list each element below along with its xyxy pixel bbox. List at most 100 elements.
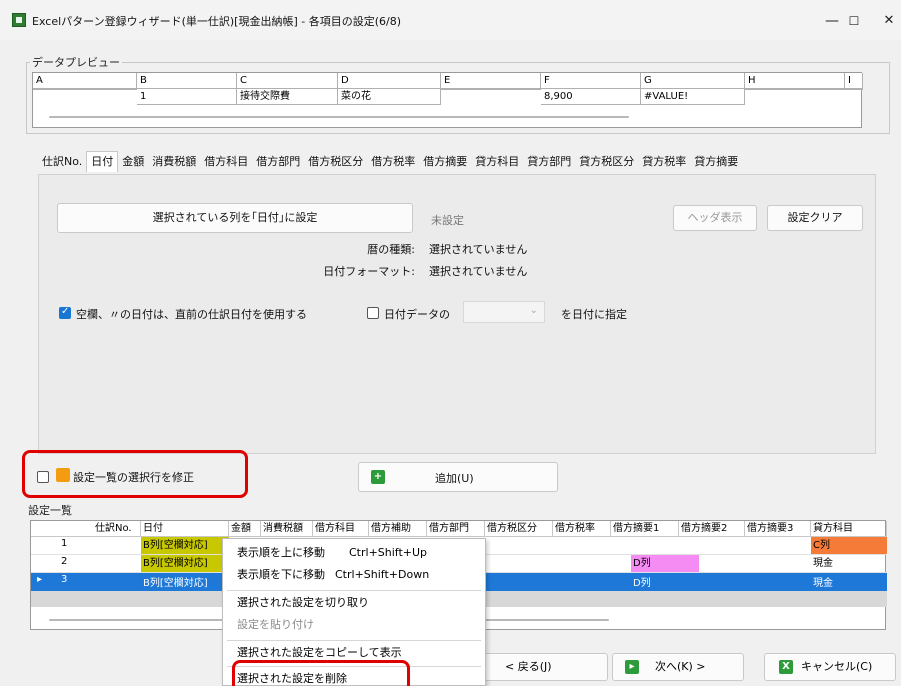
add-button[interactable]: + 追加(U) — [358, 462, 558, 492]
tab-debit-account[interactable]: 借方科目 — [200, 151, 252, 173]
date-tab-panel: 選択されている列を｢日付｣に設定 未設定 ヘッダ表示 設定クリア 暦の種類: 選… — [38, 174, 876, 454]
use-previous-date-checkbox[interactable] — [59, 306, 71, 319]
unset-status: 未設定 — [431, 214, 464, 227]
back-button[interactable]: < 戻る(J) — [484, 653, 608, 681]
preview-cell: 1 — [137, 89, 237, 105]
preview-horizontal-scrollbar[interactable] — [49, 116, 629, 118]
menu-item-paste[interactable]: 設定を貼り付け — [223, 614, 485, 636]
tab-date[interactable]: 日付 — [86, 151, 119, 172]
tab-debit-tax-class[interactable]: 借方税区分 — [304, 151, 367, 173]
credit-account-cell: C列 — [811, 537, 887, 554]
tab-credit-account[interactable]: 貸方科目 — [471, 151, 523, 173]
preview-col-d: D — [338, 73, 441, 89]
preview-col-c: C — [237, 73, 338, 89]
title-bar: Excelパターン登録ウィザード(単一仕訳)[現金出納帳] - 各項目の設定(6… — [0, 0, 901, 40]
menu-item-shortcut: Ctrl+Shift+Up — [349, 546, 428, 559]
preview-col-b: B — [137, 73, 237, 89]
arrow-right-icon: ▸ — [625, 660, 639, 674]
preview-cell: 接待交際費 — [237, 89, 338, 105]
menu-item-move-down[interactable]: 表示順を下に移動 Ctrl+Shift+Down — [223, 564, 485, 586]
header-display-button[interactable]: ヘッダ表示 — [673, 205, 757, 231]
add-button-label: 追加(U) — [435, 472, 474, 485]
date-data-label: 日付データの — [384, 308, 450, 321]
menu-item-label: 表示順を下に移動 — [237, 568, 325, 581]
preview-cell — [845, 89, 863, 90]
preview-col-e: E — [441, 73, 541, 89]
preview-col-g: G — [641, 73, 745, 89]
date-cell: B列[空欄対応] — [141, 537, 229, 554]
preview-col-a: A — [33, 73, 137, 89]
excel-x-icon: X — [779, 660, 793, 674]
field-tabs: 仕訳No. 日付 金額 消費税額 借方科目 借方部門 借方税区分 借方税率 借方摘要 貸方科目 貸方… — [38, 151, 742, 173]
close-button[interactable]: ✕ — [877, 10, 901, 32]
modify-selected-row-checkbox[interactable] — [37, 471, 49, 483]
settings-col-header: 借方摘要3 — [745, 521, 811, 537]
tab-credit-summary[interactable]: 貸方摘要 — [690, 151, 742, 173]
calendar-type-key: 暦の種類: — [367, 243, 415, 256]
preview-col-f: F — [541, 73, 641, 89]
cancel-button[interactable]: X キャンセル(C) — [764, 653, 896, 681]
debit-summary1-cell: D列 — [633, 578, 651, 589]
tab-debit-summary[interactable]: 借方摘要 — [419, 151, 471, 173]
date-data-checkbox[interactable] — [367, 307, 379, 319]
excel-app-icon — [12, 13, 26, 27]
date-cell: B列[空欄対応] — [143, 578, 208, 589]
settings-col-header: 借方部門 — [427, 521, 485, 537]
settings-col-header: 消費税額 — [261, 521, 313, 537]
row-number: 2 — [61, 556, 68, 567]
chevron-down-icon: ⌄ — [529, 305, 538, 316]
row-number: 3 — [61, 574, 68, 585]
use-previous-date-label: 空欄、〃の日付は、直前の仕訳日付を使用する — [76, 308, 307, 321]
tab-debit-tax-rate[interactable]: 借方税率 — [367, 151, 419, 173]
next-button-label: 次へ(K) > — [655, 660, 706, 673]
debit-summary1-cell: D列 — [631, 555, 699, 572]
settings-col-header: 借方税区分 — [485, 521, 553, 537]
set-selected-column-as-date-button[interactable]: 選択されている列を｢日付｣に設定 — [57, 203, 413, 233]
preview-cell — [33, 89, 137, 90]
cancel-button-label: キャンセル(C) — [801, 660, 873, 673]
row-number: 1 — [61, 538, 68, 549]
preview-cell — [441, 89, 541, 90]
data-preview-grid[interactable]: A B C D E F G H I 1 接待交際費 菜の花 8,900 #VAL… — [32, 72, 863, 128]
row-marker-icon: ▸ — [37, 574, 43, 585]
menu-item-move-up[interactable]: 表示順を上に移動 Ctrl+Shift+Up — [223, 542, 485, 564]
tab-tax-amount[interactable]: 消費税額 — [148, 151, 200, 173]
menu-item-cut[interactable]: 選択された設定を切り取り — [223, 592, 485, 614]
tab-debit-department[interactable]: 借方部門 — [252, 151, 304, 173]
menu-item-shortcut: Ctrl+Shift+Down — [335, 568, 430, 581]
credit-account-cell: 現金 — [813, 558, 833, 569]
maximize-button[interactable]: ☐ — [842, 10, 866, 32]
modify-selected-row-label: 設定一覧の選択行を修正 — [73, 471, 194, 484]
preview-col-h: H — [745, 73, 845, 89]
settings-col-header: 借方科目 — [313, 521, 369, 537]
tab-amount[interactable]: 金額 — [118, 151, 148, 173]
tab-journal-no[interactable]: 仕訳No. — [38, 151, 86, 173]
data-preview-label: データプレビュー — [30, 54, 122, 70]
add-icon: + — [371, 470, 385, 484]
tab-credit-tax-class[interactable]: 貸方税区分 — [575, 151, 638, 173]
tab-credit-tax-rate[interactable]: 貸方税率 — [638, 151, 690, 173]
settings-col-header: 日付 — [141, 521, 229, 537]
settings-col-header: 借方摘要1 — [611, 521, 679, 537]
settings-col-header: 金額 — [229, 521, 261, 537]
menu-separator — [227, 640, 481, 641]
credit-account-cell: 現金 — [813, 578, 833, 589]
edit-icon — [56, 468, 70, 482]
wizard-window: Excelパターン登録ウィザード(単一仕訳)[現金出納帳] - 各項目の設定(6… — [0, 0, 901, 686]
menu-separator — [227, 590, 481, 591]
tab-credit-department[interactable]: 貸方部門 — [523, 151, 575, 173]
minimize-button[interactable]: — — [820, 10, 844, 32]
settings-col-header: 借方補助 — [369, 521, 427, 537]
next-button[interactable]: ▸ 次へ(K) > — [612, 653, 744, 681]
settings-col-header: 貸方科目 — [811, 521, 887, 537]
date-cell: B列[空欄対応] — [141, 555, 229, 572]
date-data-dropdown[interactable]: ⌄ — [463, 301, 545, 323]
delete-highlight-box — [232, 660, 410, 686]
settings-col-header: 借方摘要2 — [679, 521, 745, 537]
window-title: Excelパターン登録ウィザード(単一仕訳)[現金出納帳] - 各項目の設定(6… — [32, 15, 402, 28]
preview-col-i: I — [845, 73, 863, 89]
menu-item-label: 表示順を上に移動 — [237, 546, 325, 559]
clear-settings-button[interactable]: 設定クリア — [767, 205, 863, 231]
preview-cell — [745, 89, 845, 90]
date-format-value: 選択されていません — [429, 265, 528, 278]
